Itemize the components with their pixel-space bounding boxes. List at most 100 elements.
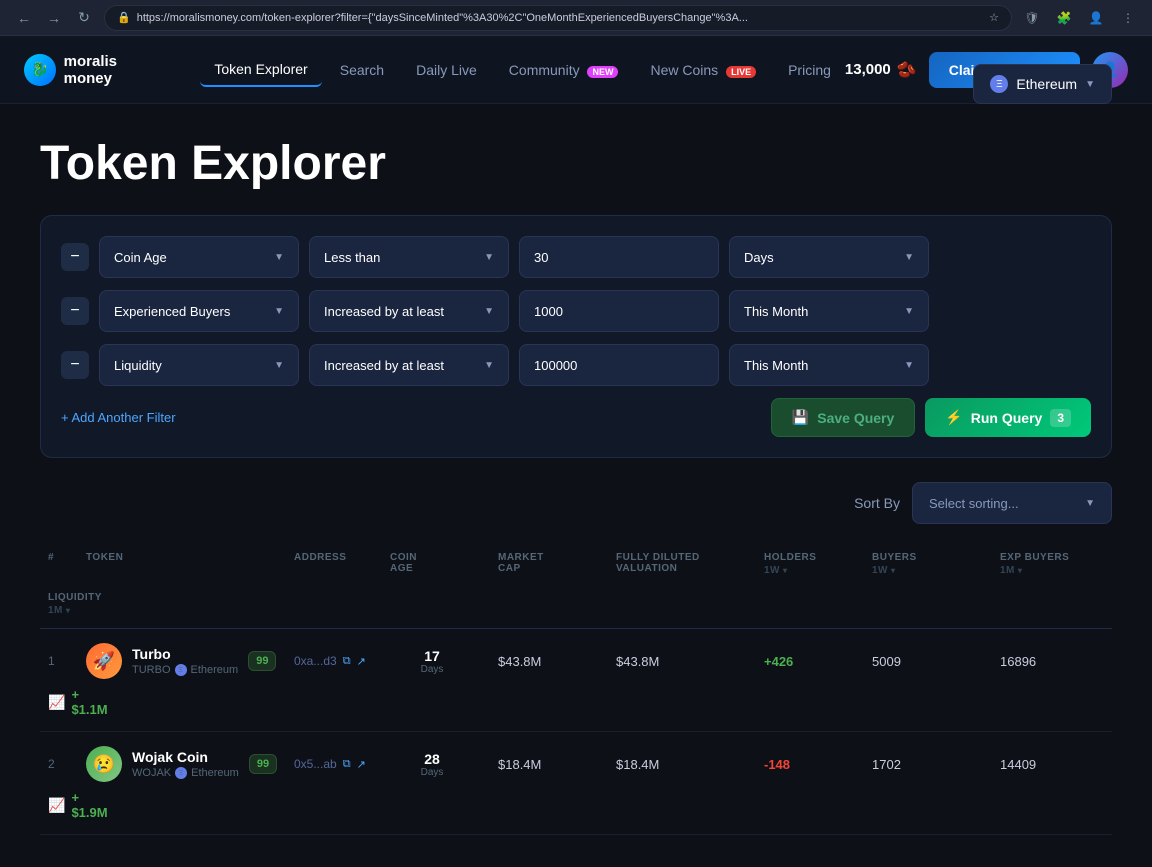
eth-network-icon: Ξ [175, 767, 187, 779]
browser-bar: ← → ↻ 🔒 https://moralismoney.com/token-e… [0, 0, 1152, 36]
th-holders: HOLDERS 1W ▾ [756, 548, 856, 580]
copy-icon[interactable]: ⧉ [343, 655, 351, 668]
th-token: TOKEN [78, 548, 278, 580]
chevron-down-icon: ▼ [274, 360, 284, 371]
row-rank: 2 [40, 757, 70, 771]
lock-icon: 🔒 [117, 11, 131, 24]
th-fdv: FULLY DILUTEDVALUATION [608, 548, 748, 580]
token-name: Wojak Coin [132, 749, 239, 765]
table-header: # TOKEN ADDRESS COINAGE MARKETCAP FULLY … [40, 540, 1112, 629]
fdv-cell: $18.4M [608, 757, 748, 772]
buyers-cell: 5009 [864, 654, 984, 669]
sort-select[interactable]: Select sorting... ▼ [912, 482, 1112, 524]
coin-age-cell: 17 Days [382, 648, 482, 675]
filter-panel: − Coin Age ▼ Less than ▼ Days ▼ − Experi… [40, 215, 1112, 458]
shield-icon[interactable]: 🛡 [1020, 6, 1044, 30]
url-text: https://moralismoney.com/token-explorer?… [137, 12, 983, 24]
filter-3-condition-select[interactable]: Increased by at least ▼ [309, 344, 509, 386]
filter-row-3: − Liquidity ▼ Increased by at least ▼ Th… [61, 344, 1091, 386]
nav-daily-live[interactable]: Daily Live [402, 54, 491, 86]
fdv-cell: $43.8M [608, 654, 748, 669]
save-icon: 💾 [792, 409, 809, 426]
nav-new-coins[interactable]: New Coins LIVE [636, 54, 770, 86]
chevron-down-icon: ▼ [1085, 498, 1095, 509]
chevron-down-icon: ▼ [274, 306, 284, 317]
add-filter-button[interactable]: + Add Another Filter [61, 402, 176, 433]
holders-period[interactable]: 1W ▾ [764, 565, 848, 576]
external-link-icon[interactable]: ↗ [357, 655, 366, 668]
exp-buyers-period[interactable]: 1M ▾ [1000, 565, 1104, 576]
logo[interactable]: 🐉 moralis money [24, 53, 168, 87]
eth-network-icon: Ξ [175, 664, 187, 676]
filter-row-1: − Coin Age ▼ Less than ▼ Days ▼ [61, 236, 1091, 278]
chevron-down-icon: ▼ [1085, 79, 1095, 90]
forward-button[interactable]: → [42, 6, 66, 30]
filter-2-type-select[interactable]: Experienced Buyers ▼ [99, 290, 299, 332]
filter-1-type-select[interactable]: Coin Age ▼ [99, 236, 299, 278]
external-link-icon[interactable]: ↗ [357, 758, 366, 771]
filter-2-value-input[interactable] [519, 290, 719, 332]
filter-2-condition-select[interactable]: Increased by at least ▼ [309, 290, 509, 332]
address-bar[interactable]: 🔒 https://moralismoney.com/token-explore… [104, 5, 1012, 31]
filter-1-value-input[interactable] [519, 236, 719, 278]
logo-icon: 🐉 [24, 54, 56, 86]
remove-filter-3-button[interactable]: − [61, 351, 89, 379]
holders-cell: -148 [756, 757, 856, 772]
token-cell: 🚀 Turbo TURBO Ξ Ethereum 99 [78, 643, 278, 679]
table-row: 2 😢 Wojak Coin WOJAK Ξ Ethereum 99 [40, 732, 1112, 835]
filter-actions: + Add Another Filter 💾 Save Query ⚡ Run … [61, 398, 1091, 437]
results-header: Sort By Select sorting... ▼ [40, 482, 1112, 524]
remove-filter-2-button[interactable]: − [61, 297, 89, 325]
filter-row-2: − Experienced Buyers ▼ Increased by at l… [61, 290, 1091, 332]
remove-filter-1-button[interactable]: − [61, 243, 89, 271]
row-rank: 1 [40, 654, 70, 668]
nav-items: Token Explorer Search Daily Live Communi… [200, 53, 845, 87]
filter-2-time-select[interactable]: This Month ▼ [729, 290, 929, 332]
th-buyers: BUYERS 1W ▾ [864, 548, 984, 580]
filter-1-condition-select[interactable]: Less than ▼ [309, 236, 509, 278]
holders-cell: +426 [756, 654, 856, 669]
back-button[interactable]: ← [12, 6, 36, 30]
th-address: ADDRESS [286, 548, 374, 580]
liquidity-cell: 📈 + $1.9M [40, 790, 70, 820]
profile-icon[interactable]: 👤 [1084, 6, 1108, 30]
extensions-icon[interactable]: 🧩 [1052, 6, 1076, 30]
buyers-period[interactable]: 1W ▾ [872, 565, 976, 576]
exp-buyers-cell: 16896 [992, 654, 1112, 669]
nav-pricing[interactable]: Pricing [774, 54, 845, 86]
copy-icon[interactable]: ⧉ [343, 758, 351, 771]
nav-community[interactable]: Community NEW [495, 54, 633, 86]
th-exp-buyers: EXP BUYERS 1M ▾ [992, 548, 1112, 580]
browser-nav-buttons: ← → ↻ [12, 6, 96, 30]
token-meta: TURBO Ξ Ethereum [132, 664, 238, 676]
table-row: 1 🚀 Turbo TURBO Ξ Ethereum 99 [40, 629, 1112, 732]
logo-text: moralis money [64, 53, 169, 87]
chevron-down-icon: ▼ [274, 252, 284, 263]
nav-token-explorer[interactable]: Token Explorer [200, 53, 321, 87]
main-content: Token Explorer Ξ Ethereum ▼ − Coin Age ▼… [0, 104, 1152, 867]
beans-count: 13,000 [845, 61, 891, 78]
filter-1-time-select[interactable]: Days ▼ [729, 236, 929, 278]
trend-up-icon: 📈 [48, 694, 65, 711]
filter-3-value-input[interactable] [519, 344, 719, 386]
token-name: Turbo [132, 646, 238, 662]
chevron-down-icon: ▼ [904, 252, 914, 263]
filter-icon: ⚡ [945, 409, 962, 426]
liquidity-period[interactable]: 1M ▾ [48, 605, 62, 616]
filter-3-time-select[interactable]: This Month ▼ [729, 344, 929, 386]
filter-3-type-select[interactable]: Liquidity ▼ [99, 344, 299, 386]
network-selector[interactable]: Ξ Ethereum ▼ [973, 64, 1112, 104]
refresh-button[interactable]: ↻ [72, 6, 96, 30]
chevron-down-icon: ▼ [484, 252, 494, 263]
chevron-down-icon: ▼ [904, 306, 914, 317]
market-cap-cell: $43.8M [490, 654, 600, 669]
more-icon[interactable]: ⋮ [1116, 6, 1140, 30]
score-badge: 99 [248, 651, 276, 671]
beans-icon: 🫘 [897, 60, 917, 80]
query-count-badge: 3 [1050, 409, 1071, 427]
nav-search[interactable]: Search [326, 54, 398, 86]
beans-counter: 13,000 🫘 [845, 60, 917, 80]
token-info: Wojak Coin WOJAK Ξ Ethereum [132, 749, 239, 779]
save-query-button[interactable]: 💾 Save Query [771, 398, 916, 437]
run-query-button[interactable]: ⚡ Run Query 3 [925, 398, 1091, 437]
